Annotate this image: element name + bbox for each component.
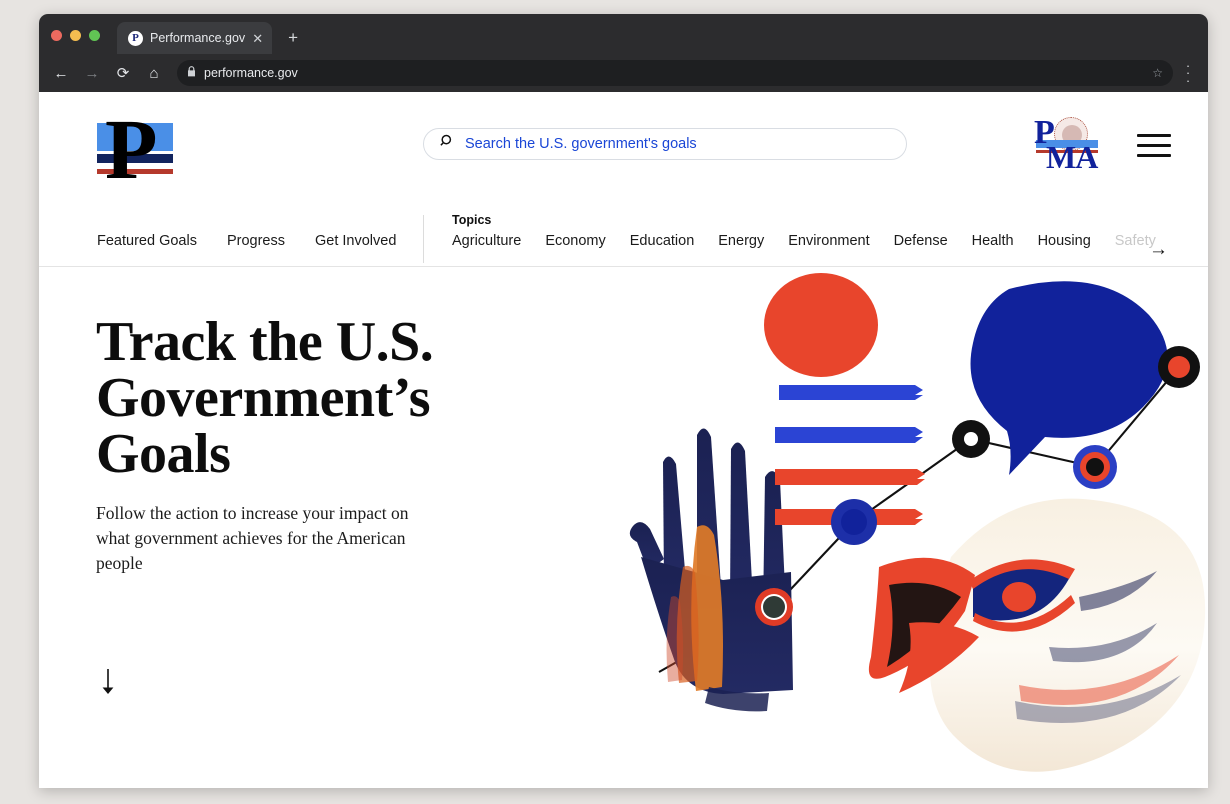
home-icon[interactable]: ⌂ <box>140 59 168 87</box>
close-window-button[interactable] <box>51 30 62 41</box>
hero-section: Track the U.S. Government’s Goals Follow… <box>39 267 1208 787</box>
topic-education[interactable]: Education <box>630 233 695 249</box>
browser-menu-icon[interactable]: · · · <box>1176 59 1200 87</box>
browser-toolbar: ← → ⟳ ⌂ performance.gov ☆ · · · <box>39 54 1208 92</box>
reload-icon[interactable]: ⟳ <box>109 59 137 87</box>
site-navigation: Featured Goals Progress Get Involved Top… <box>39 211 1208 267</box>
browser-tab[interactable]: P Performance.gov ✕ <box>117 22 273 54</box>
topic-agriculture[interactable]: Agriculture <box>452 233 521 249</box>
topic-defense[interactable]: Defense <box>894 233 948 249</box>
back-icon[interactable]: ← <box>47 59 75 87</box>
search-input[interactable]: Search the U.S. government's goals <box>423 128 907 160</box>
menu-icon[interactable] <box>1137 134 1171 157</box>
topic-health[interactable]: Health <box>972 233 1014 249</box>
close-icon[interactable]: ✕ <box>252 32 263 45</box>
page-title: Track the U.S. Government’s Goals <box>96 311 434 485</box>
search-icon <box>440 134 456 155</box>
primary-nav: Featured Goals Progress Get Involved <box>97 233 396 249</box>
pma-letter-ma: MA <box>1046 139 1098 175</box>
nav-item-progress[interactable]: Progress <box>227 233 285 249</box>
nav-divider <box>423 215 424 263</box>
logo-letter: P <box>105 101 158 197</box>
minimize-window-button[interactable] <box>70 30 81 41</box>
topics-next-icon[interactable]: → <box>1149 239 1168 261</box>
page-content: P Search the U.S. government's goals P M… <box>39 92 1208 788</box>
topics-nav: Topics Agriculture Economy Education Ene… <box>452 213 1172 249</box>
site-header: P Search the U.S. government's goals P M… <box>39 92 1208 211</box>
topic-housing[interactable]: Housing <box>1038 233 1091 249</box>
tab-title: Performance.gov <box>150 31 246 45</box>
browser-tab-bar: P Performance.gov ✕ + <box>39 14 1208 54</box>
scroll-down-icon[interactable] <box>99 667 117 704</box>
maximize-window-button[interactable] <box>89 30 100 41</box>
topic-energy[interactable]: Energy <box>718 233 764 249</box>
hand-illustration <box>629 428 793 712</box>
url-text: performance.gov <box>204 66 298 80</box>
site-logo[interactable]: P <box>97 106 173 194</box>
topics-label: Topics <box>452 213 492 227</box>
forward-icon[interactable]: → <box>78 59 106 87</box>
address-bar[interactable]: performance.gov ☆ <box>177 60 1173 86</box>
topic-environment[interactable]: Environment <box>788 233 869 249</box>
bookmark-icon[interactable]: ☆ <box>1152 66 1163 80</box>
performance-favicon: P <box>128 30 143 46</box>
topics-list: Agriculture Economy Education Energy Env… <box>452 233 1172 249</box>
topic-economy[interactable]: Economy <box>545 233 605 249</box>
hero-illustration <box>579 267 1208 787</box>
nav-item-featured-goals[interactable]: Featured Goals <box>97 233 197 249</box>
red-circle <box>764 273 878 377</box>
window-traffic-lights[interactable] <box>51 30 100 41</box>
new-tab-button[interactable]: + <box>288 28 298 48</box>
browser-window: P Performance.gov ✕ + ← → ⟳ ⌂ performanc… <box>39 14 1208 788</box>
search-placeholder: Search the U.S. government's goals <box>465 136 697 152</box>
pma-logo[interactable]: P MA <box>1032 116 1106 174</box>
hero-subtitle: Follow the action to increase your impac… <box>96 503 409 573</box>
lock-icon <box>187 66 196 80</box>
eagle-illustration <box>868 498 1206 772</box>
desktop-background: P Performance.gov ✕ + ← → ⟳ ⌂ performanc… <box>0 0 1230 804</box>
nav-item-get-involved[interactable]: Get Involved <box>315 233 396 249</box>
